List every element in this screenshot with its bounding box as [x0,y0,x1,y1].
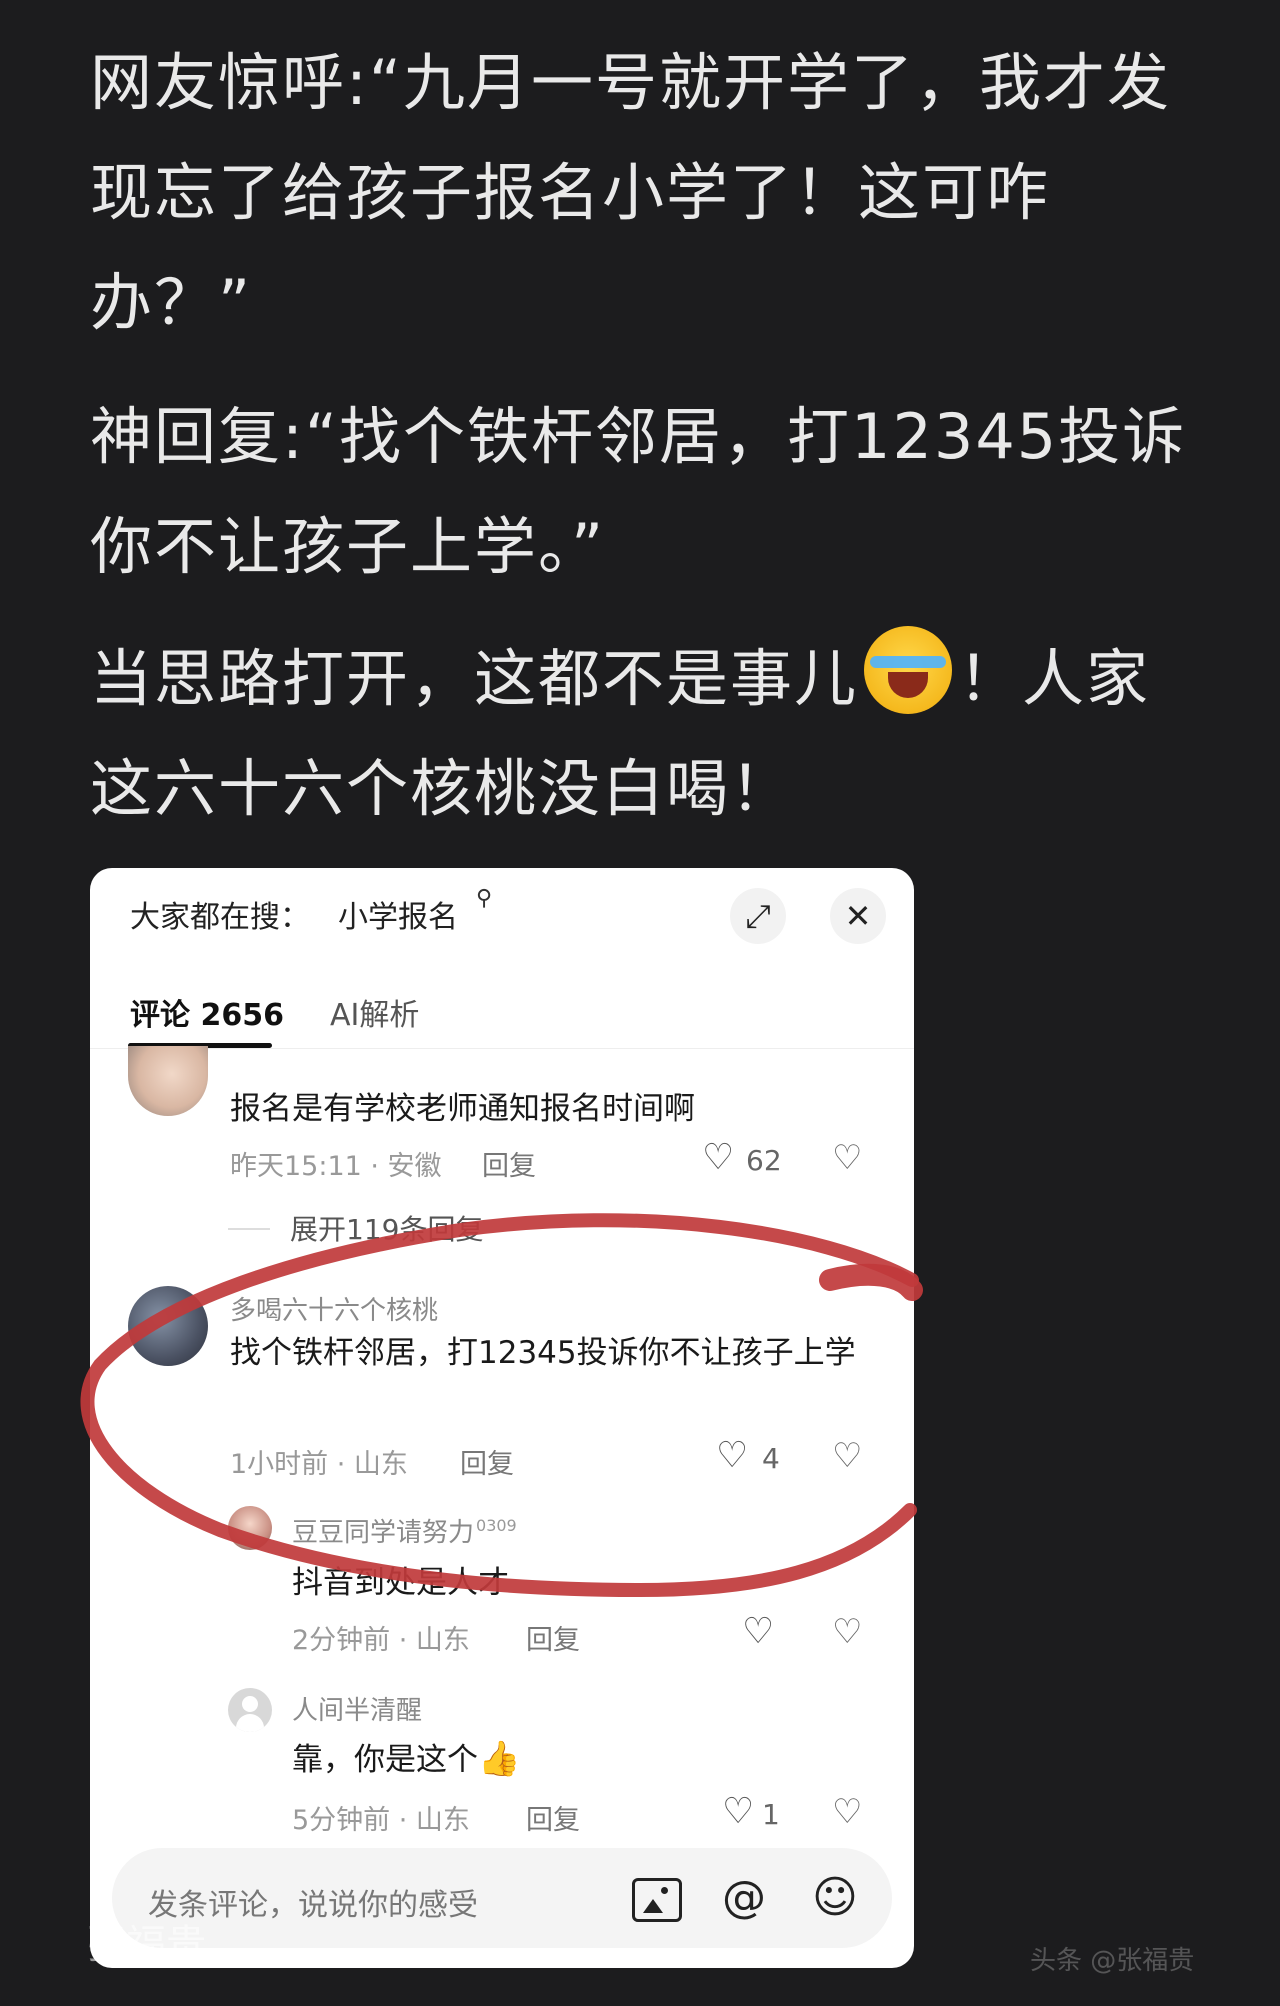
reply-author-name: 豆豆同学请努力 [292,1518,475,1548]
comment-author[interactable]: 多喝六十六个核桃 [230,1290,438,1327]
heart-icon[interactable]: ♡ [716,1436,748,1476]
comment-tabs: 评论 2656 AI解析 [90,976,914,1049]
post-paragraph-conclusion: 当思路打开，这都不是事儿 ！人家这六十六个核桃没白喝！ [90,624,1210,844]
like-count: 62 [746,1144,782,1177]
thumbs-up-icon: 👍 [478,1739,521,1779]
broken-heart-icon[interactable]: ♡ [832,1612,862,1652]
trending-search-prefix: 大家都在搜： [130,900,310,935]
magnifier-icon: ⚲ [476,886,493,911]
avatar[interactable] [228,1506,272,1550]
image-icon[interactable] [632,1878,682,1922]
at-icon[interactable]: @ [722,1872,766,1924]
close-icon[interactable]: ✕ [830,888,886,944]
reply-button[interactable]: 回复 [460,1442,514,1481]
comment-panel-screenshot: 大家都在搜： 小学报名 ⚲ ⤢ ✕ 评论 2656 AI解析 报名是有学校老师通… [90,868,914,1968]
reply-meta: 2分钟前 · 山东 [292,1625,470,1656]
watermark: 张福贵 [86,1922,206,1968]
comment-input[interactable]: 发条评论，说说你的感受 @ ☺ [112,1848,892,1948]
trending-search-query[interactable]: 小学报名 [338,892,458,936]
post-paragraph-question: 网友惊呼:“九月一号就开学了，我才发现忘了给孩子报名小学了！这可咋办？” [90,46,1172,339]
comment-text: 找个铁杆邻居，打12345投诉你不让孩子上学 [230,1335,856,1371]
conclusion-text-start: 当思路打开，这都不是事儿 [90,642,859,715]
reply-text: 靠，你是这个👍 [292,1736,520,1783]
author-badge: 0309 [476,1516,517,1536]
expand-icon[interactable]: ⤢ [730,888,786,944]
avatar[interactable] [128,1286,208,1366]
laughing-crying-emoji-icon [864,626,953,714]
like-count: 4 [762,1442,780,1475]
reply-button[interactable]: 回复 [526,1798,580,1837]
heart-icon[interactable]: ♡ [702,1138,734,1178]
heart-icon[interactable]: ♡ [742,1612,774,1652]
reply-text: 抖音到处是人才 [292,1565,509,1601]
reply-author[interactable]: 豆豆同学请努力 0309 [292,1512,517,1549]
broken-heart-icon[interactable]: ♡ [832,1436,862,1476]
avatar[interactable] [128,1046,208,1116]
like-count: 1 [762,1798,780,1831]
reply-author[interactable]: 人间半清醒 [292,1690,422,1727]
comment-meta: 1小时前 · 山东 [230,1449,408,1480]
watermark: 头条 @张福贵 [1030,1946,1195,1976]
comment-text: 报名是有学校老师通知报名时间啊 [230,1091,695,1127]
reply-button[interactable]: 回复 [482,1144,536,1183]
broken-heart-icon[interactable]: ♡ [832,1792,862,1832]
tab-comments[interactable]: 评论 2656 [130,990,284,1034]
default-avatar-icon[interactable] [228,1688,272,1732]
reply-button[interactable]: 回复 [526,1618,580,1657]
emoji-icon[interactable]: ☺ [812,1872,858,1924]
trending-search-bar[interactable]: 大家都在搜： 小学报名 ⚲ ⤢ ✕ [90,868,914,958]
tab-ai-analysis[interactable]: AI解析 [330,990,419,1034]
expand-replies-link[interactable]: 展开119条回复 [290,1208,483,1248]
divider [228,1228,270,1230]
reply-text-content: 靠，你是这个 [292,1742,478,1778]
heart-icon[interactable]: ♡ [722,1792,754,1832]
broken-heart-icon[interactable]: ♡ [832,1138,862,1178]
post-paragraph-reply: 神回复:“找个铁杆邻居，打12345投诉你不让孩子上学。” [90,400,1187,583]
reply-meta: 5分钟前 · 山东 [292,1805,470,1836]
comment-meta: 昨天15:11 · 安徽 [230,1151,442,1182]
